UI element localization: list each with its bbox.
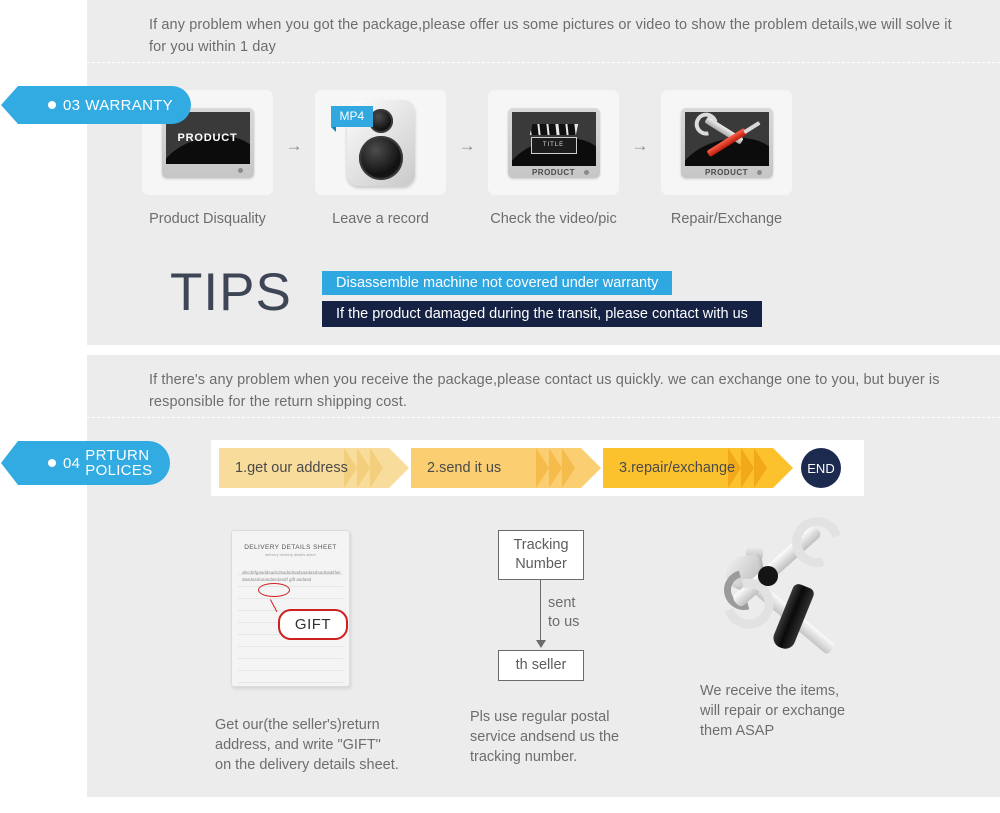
step-arrow-icon-3: → — [631, 136, 649, 155]
hammer-wrench-icon — [712, 508, 877, 665]
returns-step-label: 2.send it us — [427, 460, 502, 476]
screwdriver-collar — [758, 566, 778, 586]
step-caption: Check the video/pic — [490, 211, 617, 227]
seller-box: th seller — [498, 650, 584, 681]
clapper-body: TITLE — [530, 136, 577, 154]
arrow-label: sent to us — [548, 595, 580, 630]
column-caption: We receive the items, will repair or exc… — [700, 683, 846, 739]
screwdriver-handle-icon — [770, 582, 816, 652]
led-icon — [583, 169, 589, 175]
mp4-badge: MP4 — [330, 105, 374, 132]
monitor-base: PRODUCT — [685, 166, 769, 180]
monitor-base: PRODUCT — [512, 166, 596, 180]
sheet-subtitle: delivery delivery details sheet — [265, 553, 316, 557]
section-label-line2: POLICES — [85, 462, 153, 479]
warranty-steps: PRODUCT Product Disquality → MP4 Leave a… — [140, 90, 855, 227]
warranty-step-3: TITLE PRODUCT Check the video/pic — [486, 90, 621, 227]
monitor-base — [166, 164, 250, 178]
returns-column-1: DELIVERY DETAILS SHEET delivery delivery… — [215, 530, 445, 775]
step-arrow-icon-1: → — [285, 136, 303, 155]
returns-steps-band: 1.get our address 2.send it us 3.repair/… — [211, 440, 864, 496]
warranty-divider — [87, 62, 1000, 63]
bullet-dot-icon — [48, 459, 56, 467]
section-number: 03 — [63, 96, 81, 114]
mp4-speaker-icon: MP4 — [330, 99, 415, 186]
returns-column-3: We receive the items, will repair or exc… — [700, 508, 930, 741]
returns-divider — [87, 417, 1000, 418]
tracking-number-box: Tracking Number — [498, 530, 584, 580]
step-caption: Product Disquality — [149, 211, 266, 227]
returns-intro-text: If there's any problem when you receive … — [149, 372, 940, 410]
arrow-head-icon — [536, 640, 546, 648]
returns-step-3[interactable]: 3.repair/exchange — [603, 448, 793, 488]
bullet-dot-icon — [48, 101, 56, 109]
chevron-right-icon — [531, 448, 575, 488]
section-label: PRTURN POLICES — [85, 448, 152, 478]
warranty-step-2: MP4 Leave a record — [313, 90, 448, 227]
returns-step-label: 1.get our address — [235, 460, 348, 476]
tip-bar-transit: If the product damaged during the transi… — [322, 301, 762, 327]
tips-heading: TIPS — [170, 263, 292, 322]
step-caption: Leave a record — [332, 211, 429, 227]
monitor-base-text: PRODUCT — [704, 168, 749, 177]
returns-step-2[interactable]: 2.send it us — [411, 448, 601, 488]
monitor-screen-text: PRODUCT — [177, 131, 238, 144]
returns-step-1[interactable]: 1.get our address — [219, 448, 409, 488]
monitor-screen — [684, 111, 769, 166]
column-caption: Pls use regular postal service andsend u… — [470, 709, 620, 765]
returns-column-2: Tracking Number sent to us th seller Pls… — [470, 530, 670, 767]
clapper-title-text: TITLE — [542, 142, 565, 148]
sheet-body-text: abcdefgasddsadcdsadsdsadsasdasdsadsadsfa… — [242, 570, 341, 583]
monitor-base-text: PRODUCT — [531, 168, 576, 177]
delivery-details-sheet-icon: DELIVERY DETAILS SHEET delivery delivery… — [231, 530, 350, 687]
arrow-line — [540, 580, 542, 642]
monitor-screen: TITLE — [511, 111, 596, 166]
step-caption: Repair/Exchange — [670, 211, 783, 227]
section-number: 04 — [63, 454, 81, 472]
warranty-step-4: PRODUCT Repair/Exchange — [659, 90, 794, 227]
monitor-tools-icon: PRODUCT — [680, 107, 773, 180]
speaker-woofer-icon — [358, 135, 403, 180]
led-icon — [756, 169, 762, 175]
clapper-board-icon: TITLE — [529, 123, 578, 154]
section-tag-returns[interactable]: 04 PRTURN POLICES — [0, 441, 171, 485]
gift-callout: GIFT — [278, 609, 348, 640]
led-icon — [237, 167, 243, 173]
column-caption: Get our(the seller's)return address, and… — [215, 717, 399, 773]
step-tile: TITLE PRODUCT — [488, 90, 619, 195]
step-arrow-icon-2: → — [458, 136, 476, 155]
screwdriver-wrench-icon — [699, 115, 755, 159]
returns-step-label: 3.repair/exchange — [619, 460, 736, 476]
end-badge: END — [801, 448, 841, 488]
tip-bar-warranty: Disassemble machine not covered under wa… — [322, 271, 673, 295]
flow-arrow: sent to us — [498, 580, 584, 650]
clapper-top — [529, 123, 578, 135]
step-tile: MP4 — [315, 90, 446, 195]
section-label: WARRANTY — [85, 96, 173, 114]
sheet-title: DELIVERY DETAILS SHEET — [244, 544, 337, 551]
warranty-intro-text: If any problem when you got the package,… — [149, 17, 952, 55]
monitor-clapper-icon: TITLE PRODUCT — [507, 107, 600, 180]
step-tile: PRODUCT — [661, 90, 792, 195]
section-tag-warranty[interactable]: 03 WARRANTY — [1, 86, 191, 124]
